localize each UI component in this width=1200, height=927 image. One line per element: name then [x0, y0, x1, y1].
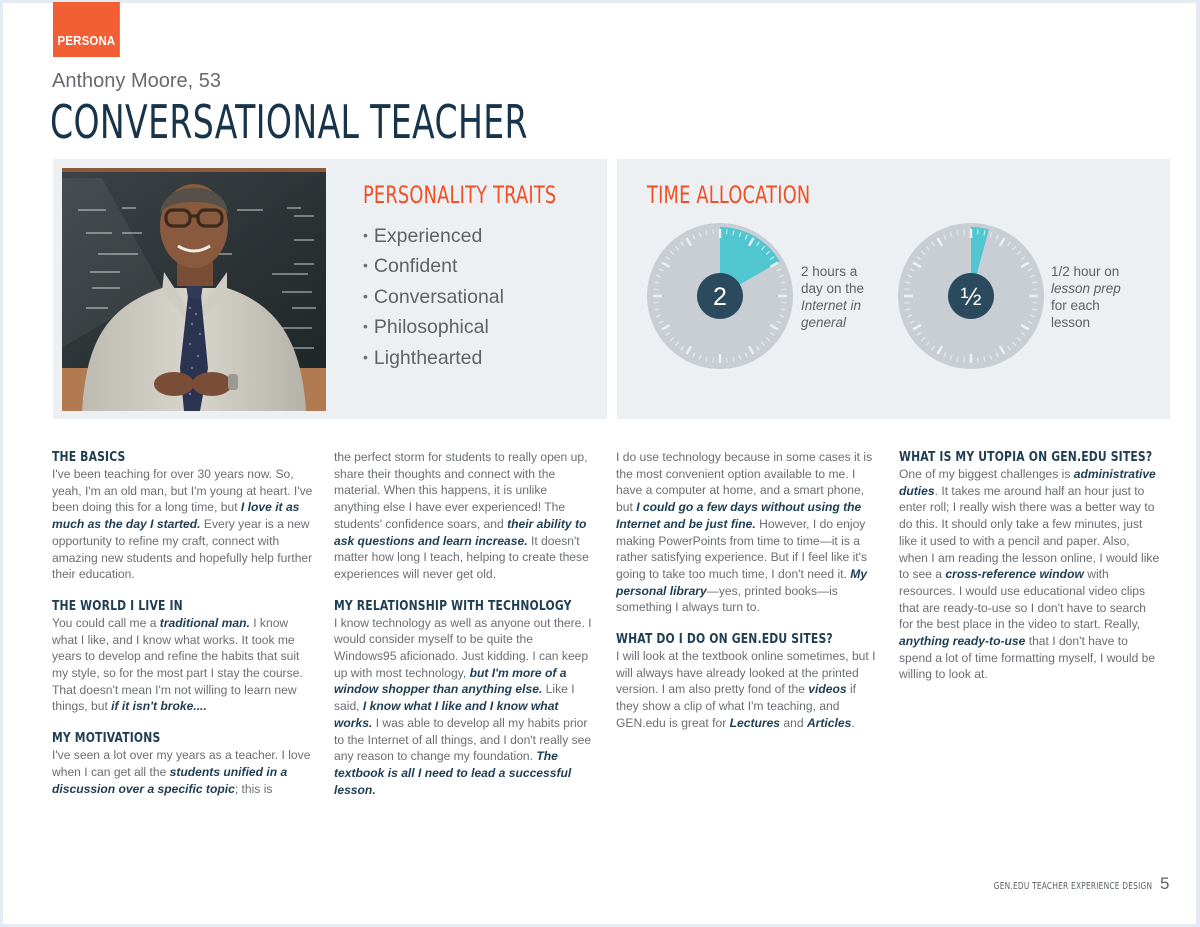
- column-3: I do use technology because in some case…: [616, 449, 878, 732]
- technology-text: I know technology as well as anyone out …: [334, 615, 592, 797]
- time-allocation-panel: TIME ALLOCATION 2 2 hours a day on the I…: [617, 159, 1170, 419]
- gauge-minor-tick: [725, 357, 728, 363]
- personality-traits-heading: PERSONALITY TRAITS: [363, 181, 557, 209]
- gauge-minor-tick: [725, 229, 728, 235]
- footer-label: GEN.EDU TEACHER EXPERIENCE DESIGN: [993, 881, 1152, 892]
- utopia-text: One of my biggest challenges is administ…: [899, 467, 1160, 682]
- trait-item: • Lighthearted: [363, 346, 483, 369]
- gauge-minor-tick: [963, 357, 966, 363]
- technology-text-continued: I do use technology because in some case…: [616, 450, 873, 615]
- profile-panel: PERSONALITY TRAITS • Experienced • Confide…: [53, 159, 607, 419]
- persona-tag: PERSONA: [53, 2, 120, 57]
- utopia-heading: WHAT IS MY UTOPIA ON GEN.EDU SITES?: [899, 449, 1153, 465]
- gauge-minor-tick: [1032, 288, 1038, 291]
- gauge-minor-tick: [712, 229, 715, 235]
- persona-name: Anthony Moore, 53: [52, 70, 221, 92]
- motivations-text-continued: the perfect storm for students to really…: [334, 450, 589, 581]
- trait-item: • Philosophical: [363, 316, 489, 339]
- teacher-portrait-illustration: [62, 168, 326, 411]
- world-text: You could call me a traditional man. I k…: [52, 615, 303, 714]
- gauge-minor-tick: [781, 288, 787, 291]
- internet-time-caption: 2 hours a day on the Internet in general: [801, 264, 865, 330]
- gauge-minor-tick: [904, 288, 910, 291]
- trait-item: • Conversational: [363, 285, 504, 308]
- gauge-minor-tick: [653, 301, 659, 304]
- technology-heading: MY RELATIONSHIP WITH TECHNOLOGY: [334, 597, 572, 614]
- gauge-minor-tick: [904, 301, 910, 304]
- trait-item: • Experienced: [363, 225, 483, 247]
- gauge-center-label: 2: [713, 283, 727, 311]
- gauge-minor-tick: [976, 229, 979, 235]
- motivations-heading: MY MOTIVATIONS: [52, 730, 161, 747]
- gauge-minor-tick: [976, 357, 979, 363]
- gen-edu-do-text: I will look at the textbook online somet…: [616, 649, 876, 730]
- persona-photo: [62, 168, 326, 411]
- basics-heading: THE BASICS: [52, 449, 126, 465]
- page-number: 5: [1160, 874, 1170, 893]
- gauge-minor-tick: [963, 229, 966, 235]
- motivations-text-start: I've seen a lot over my years as a teach…: [52, 748, 311, 796]
- column-4: WHAT IS MY UTOPIA ON GEN.EDU SITES? One …: [899, 449, 1161, 683]
- column-1: THE BASICS I've been teaching for over 3…: [52, 449, 314, 797]
- gen-edu-do-heading: WHAT DO I DO ON GEN.EDU SITES?: [616, 631, 833, 648]
- trait-item: • Confident: [363, 255, 458, 278]
- time-allocation-heading: TIME ALLOCATION: [647, 181, 811, 209]
- gauge-center-label: ½: [961, 283, 982, 311]
- internet-time-gauge: 2: [647, 223, 793, 369]
- gauge-minor-tick: [781, 301, 787, 304]
- gauge-minor-tick: [712, 357, 715, 363]
- lesson-prep-gauge: ½: [898, 223, 1044, 369]
- gauge-minor-tick: [1032, 301, 1038, 304]
- column-2: the perfect storm for students to really…: [334, 449, 596, 798]
- gauge-minor-tick: [653, 288, 659, 291]
- basics-text: I've been teaching for over 30 years now…: [52, 467, 313, 582]
- world-heading: THE WORLD I LIVE IN: [52, 597, 183, 614]
- traits-list: • Experienced • Confident • Conversational …: [363, 221, 504, 373]
- lesson-prep-caption: 1/2 hour on lesson prep for each lesson: [1051, 264, 1121, 330]
- page-title: CONVERSATIONAL TEACHER: [50, 95, 528, 149]
